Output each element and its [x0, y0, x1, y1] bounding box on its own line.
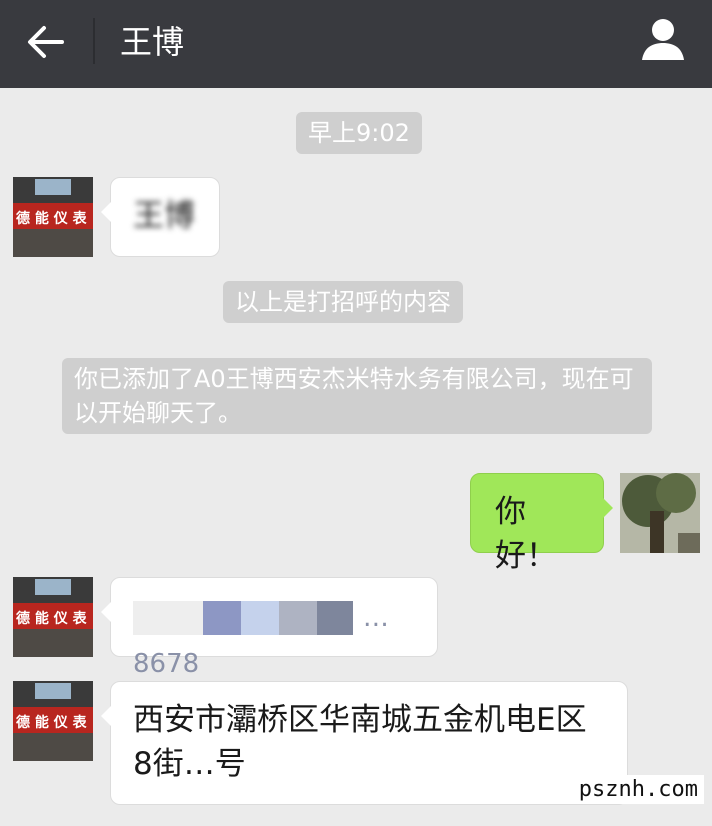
- message-text: 王博: [133, 198, 195, 234]
- user-icon: [642, 19, 684, 60]
- shop-sign-image: 德 能 仪 表: [13, 577, 93, 657]
- contact-avatar[interactable]: 德 能 仪 表: [13, 177, 93, 257]
- watermark: psznh.com: [572, 775, 704, 804]
- back-arrow-icon: [28, 26, 64, 58]
- chat-area[interactable]: 早上9:02 德 能 仪 表 王博 以上是打招呼的内容 你已添加了A0王博西安杰…: [0, 88, 712, 826]
- back-button[interactable]: [22, 20, 70, 64]
- message-bubble[interactable]: 王博: [101, 177, 220, 257]
- redacted-block: [203, 600, 241, 635]
- header-divider: [93, 18, 95, 64]
- shop-sign-image: 德 能 仪 表: [13, 681, 93, 761]
- avatar-sign-text: 德 能 仪 表: [16, 610, 88, 627]
- redacted-block: [241, 600, 279, 635]
- message-bubble[interactable]: …8678: [101, 577, 438, 679]
- my-avatar[interactable]: [620, 473, 700, 553]
- top-bar: 王博: [0, 0, 712, 88]
- shop-sign-image: 德 能 仪 表: [13, 177, 93, 257]
- message-text: 西安市灞桥区华南城五金机电E区8街…号: [133, 702, 587, 782]
- avatar-sign-text: 德 能 仪 表: [16, 714, 88, 731]
- message-text: 你好！: [495, 494, 557, 574]
- added-notice-pill: 你已添加了A0王博西安杰米特水务有限公司，现在可以开始聊天了。: [62, 358, 652, 434]
- message-bubble[interactable]: 西安市灞桥区华南城五金机电E区8街…号: [101, 681, 628, 805]
- greeting-note-pill: 以上是打招呼的内容: [223, 281, 463, 323]
- redacted-block: [279, 600, 317, 635]
- contact-avatar[interactable]: 德 能 仪 表: [13, 681, 93, 761]
- redacted-block: [317, 600, 353, 635]
- contact-avatar[interactable]: 德 能 仪 表: [13, 577, 93, 657]
- timestamp-pill: 早上9:02: [296, 112, 422, 154]
- tree-photo-image: [620, 473, 700, 553]
- profile-button[interactable]: [638, 14, 688, 66]
- sent-message-bubble[interactable]: 你好！: [470, 473, 613, 574]
- avatar-sign-text: 德 能 仪 表: [16, 210, 88, 227]
- redacted-block: [133, 600, 203, 635]
- chat-title: 王博: [120, 23, 185, 61]
